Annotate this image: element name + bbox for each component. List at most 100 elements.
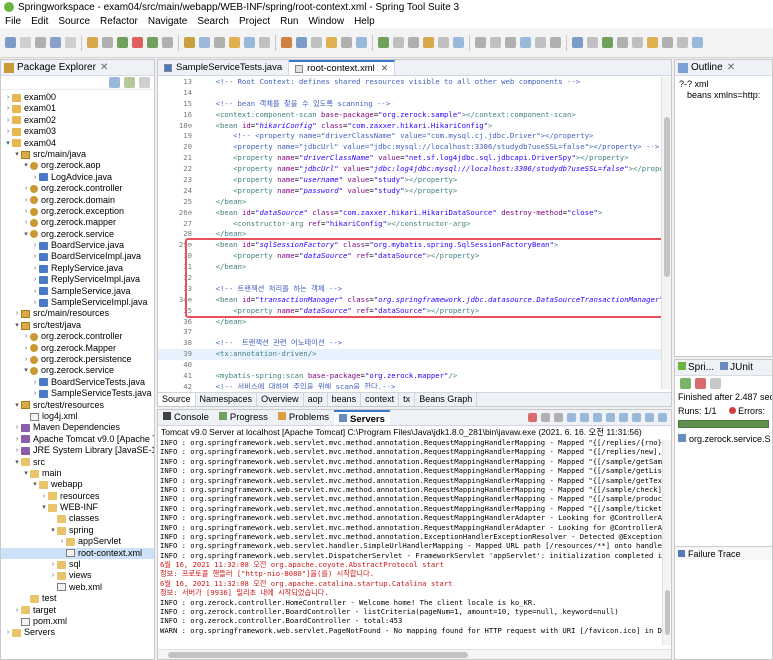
code-editor[interactable]: 13 <!-- Root Context: defines shared res…: [158, 77, 663, 389]
display-console-icon[interactable]: [619, 413, 628, 422]
clear-console-icon[interactable]: [567, 413, 576, 422]
run-icon[interactable]: [147, 37, 158, 48]
tree-item[interactable]: › BoardServiceImpl.java: [1, 251, 154, 262]
tree-item[interactable]: › org.zerock.exception: [1, 206, 154, 217]
console-tab-console[interactable]: Console: [158, 410, 214, 425]
quick-access-icon[interactable]: [438, 37, 449, 48]
collapse-chevron-icon[interactable]: ›: [22, 217, 30, 228]
tree-item[interactable]: › org.zerock.persistence: [1, 354, 154, 365]
merge-icon[interactable]: [587, 37, 598, 48]
outline-header[interactable]: Outline ✕: [675, 60, 772, 76]
code-line[interactable]: 15 <!-- bean 객체를 찾을 수 있도록 scanning -->: [158, 99, 663, 110]
tree-item[interactable]: log4j.xml: [1, 411, 154, 422]
code-line[interactable]: 33 <!-- 트랜잭션 처리를 하는 객체 -->: [158, 284, 663, 295]
remove-all-icon[interactable]: [554, 413, 563, 422]
task-icon[interactable]: [647, 37, 658, 48]
editor-tab[interactable]: root-context.xml ✕: [289, 60, 396, 75]
console-vertical-scrollbar[interactable]: [662, 440, 671, 645]
collapse-chevron-icon[interactable]: ›: [31, 297, 39, 308]
tree-item[interactable]: ▾ org.zerock.aop: [1, 160, 154, 171]
expand-chevron-icon[interactable]: ▾: [40, 502, 48, 513]
tree-item[interactable]: › Apache Tomcat v9.0 [Apache Tom: [1, 434, 154, 445]
collapse-chevron-icon[interactable]: ›: [22, 343, 30, 354]
debug-icon[interactable]: [117, 37, 128, 48]
boot-dashboard-icon[interactable]: [281, 37, 292, 48]
code-line[interactable]: 38 <!-- 트랜잭션 관련 어노테이션 -->: [158, 338, 663, 349]
tree-item[interactable]: › views: [1, 570, 154, 581]
external-tools-icon[interactable]: [162, 37, 173, 48]
scrollbar-thumb[interactable]: [664, 117, 670, 277]
code-line[interactable]: 36 </bean>: [158, 317, 663, 328]
junit-tab[interactable]: JUnit: [720, 362, 753, 373]
close-icon[interactable]: ✕: [727, 62, 735, 73]
menu-source[interactable]: Source: [53, 16, 95, 27]
code-line[interactable]: 28 </bean>: [158, 229, 663, 240]
compare-icon[interactable]: [572, 37, 583, 48]
code-line[interactable]: 40: [158, 360, 663, 371]
expand-chevron-icon[interactable]: ▾: [31, 479, 39, 490]
collapse-chevron-icon[interactable]: ›: [4, 103, 12, 114]
tree-item[interactable]: ▾ WEB-INF: [1, 502, 154, 513]
collapse-chevron-icon[interactable]: ›: [4, 92, 12, 103]
tree-item[interactable]: ▾ main: [1, 468, 154, 479]
editor-vertical-scrollbar[interactable]: [661, 77, 671, 389]
expand-chevron-icon[interactable]: ▾: [22, 468, 30, 479]
remove-launch-icon[interactable]: [541, 413, 550, 422]
tree-item[interactable]: ▾ src/test/resources: [1, 400, 154, 411]
expand-chevron-icon[interactable]: ▾: [49, 525, 57, 536]
stop-icon[interactable]: [528, 413, 537, 422]
pin-console-icon[interactable]: [606, 413, 615, 422]
collapse-chevron-icon[interactable]: ›: [31, 172, 39, 183]
back-icon[interactable]: [378, 37, 389, 48]
git-icon[interactable]: [505, 37, 516, 48]
tree-item[interactable]: web.xml: [1, 582, 154, 593]
tree-item[interactable]: ▾ src/test/java: [1, 320, 154, 331]
expand-chevron-icon[interactable]: ▾: [22, 160, 30, 171]
collapse-chevron-icon[interactable]: ›: [31, 263, 39, 274]
editor-page-tab-beans-graph[interactable]: Beans Graph: [415, 393, 478, 406]
outline-item[interactable]: beans xmlns=http:: [675, 90, 772, 101]
properties-icon[interactable]: [65, 37, 76, 48]
new-icon[interactable]: [5, 37, 16, 48]
collapse-all-icon[interactable]: [109, 77, 120, 88]
tree-item[interactable]: › SampleService.java: [1, 286, 154, 297]
menu-refactor[interactable]: Refactor: [95, 16, 143, 27]
stop-icon[interactable]: [132, 37, 143, 48]
previous-annotation-icon[interactable]: [356, 37, 367, 48]
code-line[interactable]: 31 </bean>: [158, 262, 663, 273]
debug-perspective-icon[interactable]: [490, 37, 501, 48]
menu-file[interactable]: File: [0, 16, 26, 27]
view-menu-icon[interactable]: [139, 77, 150, 88]
tree-item[interactable]: › org.zerock.mapper: [1, 217, 154, 228]
java-perspective-icon[interactable]: [453, 37, 464, 48]
tree-item[interactable]: ▾ src: [1, 457, 154, 468]
forward-icon[interactable]: [393, 37, 404, 48]
collapse-chevron-icon[interactable]: ›: [13, 434, 21, 445]
link-with-editor-icon[interactable]: [124, 77, 135, 88]
print-icon[interactable]: [50, 37, 61, 48]
code-line[interactable]: 16 <context:component-scan base-package=…: [158, 110, 663, 121]
code-line[interactable]: 41 <mybatis-spring:scan base-package="or…: [158, 371, 663, 382]
server-icon[interactable]: [296, 37, 307, 48]
menu-help[interactable]: Help: [349, 16, 380, 27]
code-line[interactable]: 35 <property name="dataSource" ref="data…: [158, 306, 663, 317]
save-icon[interactable]: [20, 37, 31, 48]
code-line[interactable]: 21 <property name="driverClassName" valu…: [158, 153, 663, 164]
outline-icon[interactable]: [677, 37, 688, 48]
collapse-chevron-icon[interactable]: ›: [4, 115, 12, 126]
close-icon[interactable]: ✕: [100, 62, 108, 73]
tree-item[interactable]: › src/main/resources: [1, 308, 154, 319]
tree-item[interactable]: › Servers: [1, 627, 154, 638]
editor-page-tab-overview[interactable]: Overview: [257, 393, 304, 406]
code-line[interactable]: 34⊖ <bean id="transactionManager" class=…: [158, 295, 663, 306]
code-line[interactable]: 32: [158, 273, 663, 284]
expand-chevron-icon[interactable]: ▾: [22, 365, 30, 376]
collapse-chevron-icon[interactable]: ›: [22, 206, 30, 217]
tree-item[interactable]: root-context.xml: [1, 547, 154, 560]
tree-item[interactable]: classes: [1, 513, 154, 524]
junit-tab[interactable]: Spri...: [678, 362, 714, 373]
menu-project[interactable]: Project: [234, 16, 275, 27]
code-line[interactable]: 20 <property name="jdbcUrl" value="jdbc:…: [158, 142, 663, 153]
team-icon[interactable]: [520, 37, 531, 48]
tree-item[interactable]: ▾ org.zerock.service: [1, 365, 154, 376]
